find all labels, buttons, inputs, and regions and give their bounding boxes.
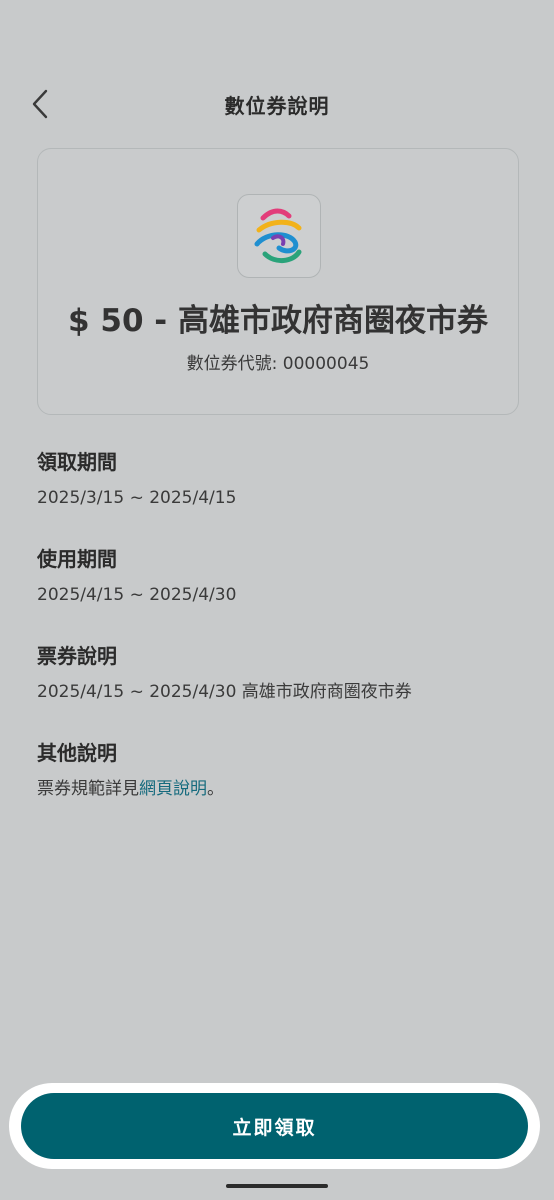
home-indicator[interactable] xyxy=(226,1184,328,1188)
city-logo xyxy=(237,194,321,278)
voucher-title: $ 50 - 高雄市政府商圈夜市券 xyxy=(68,303,488,339)
other-desc-prefix: 票券規範詳見 xyxy=(37,779,139,799)
voucher-code: 數位券代號: 00000045 xyxy=(38,349,518,374)
voucher-code-value: 00000045 xyxy=(282,354,370,374)
claim-button-container: 立即領取 xyxy=(9,1083,540,1169)
web-description-link[interactable]: 網頁說明 xyxy=(139,779,207,799)
claim-now-button[interactable]: 立即領取 xyxy=(21,1093,528,1159)
voucher-card: $ 50 - 高雄市政府商圈夜市券 數位券代號: 00000045 xyxy=(37,148,519,415)
page-title: 數位券說明 xyxy=(224,94,330,118)
ticket-desc-section: 票券說明 2025/4/15 ~ 2025/4/30 高雄市政府商圈夜市券 xyxy=(37,641,517,705)
use-period-heading: 使用期間 xyxy=(37,547,117,571)
voucher-detail-screen: 數位券說明 $ 50 - 高雄市政府商圈夜市券 數位券代號: 00000045 … xyxy=(0,0,554,1200)
header: 數位券說明 xyxy=(0,80,554,130)
use-period-section: 使用期間 2025/4/15 ~ 2025/4/30 xyxy=(37,544,517,608)
use-period-value: 2025/4/15 ~ 2025/4/30 xyxy=(37,585,237,605)
other-desc-value: 票券規範詳見網頁說明。 xyxy=(37,776,517,802)
other-desc-section: 其他說明 票券規範詳見網頁說明。 xyxy=(37,738,517,802)
ticket-desc-value: 2025/4/15 ~ 2025/4/30 高雄市政府商圈夜市券 xyxy=(37,682,412,702)
claim-period-section: 領取期間 2025/3/15 ~ 2025/4/15 xyxy=(37,447,517,511)
other-desc-suffix: 。 xyxy=(207,779,224,799)
voucher-code-label: 數位券代號: xyxy=(186,354,278,374)
claim-period-heading: 領取期間 xyxy=(37,450,117,474)
claim-period-value: 2025/3/15 ~ 2025/4/15 xyxy=(37,488,237,508)
other-desc-heading: 其他說明 xyxy=(37,741,117,765)
kaohsiung-city-logo-icon xyxy=(254,208,302,263)
ticket-desc-heading: 票券說明 xyxy=(37,644,117,668)
